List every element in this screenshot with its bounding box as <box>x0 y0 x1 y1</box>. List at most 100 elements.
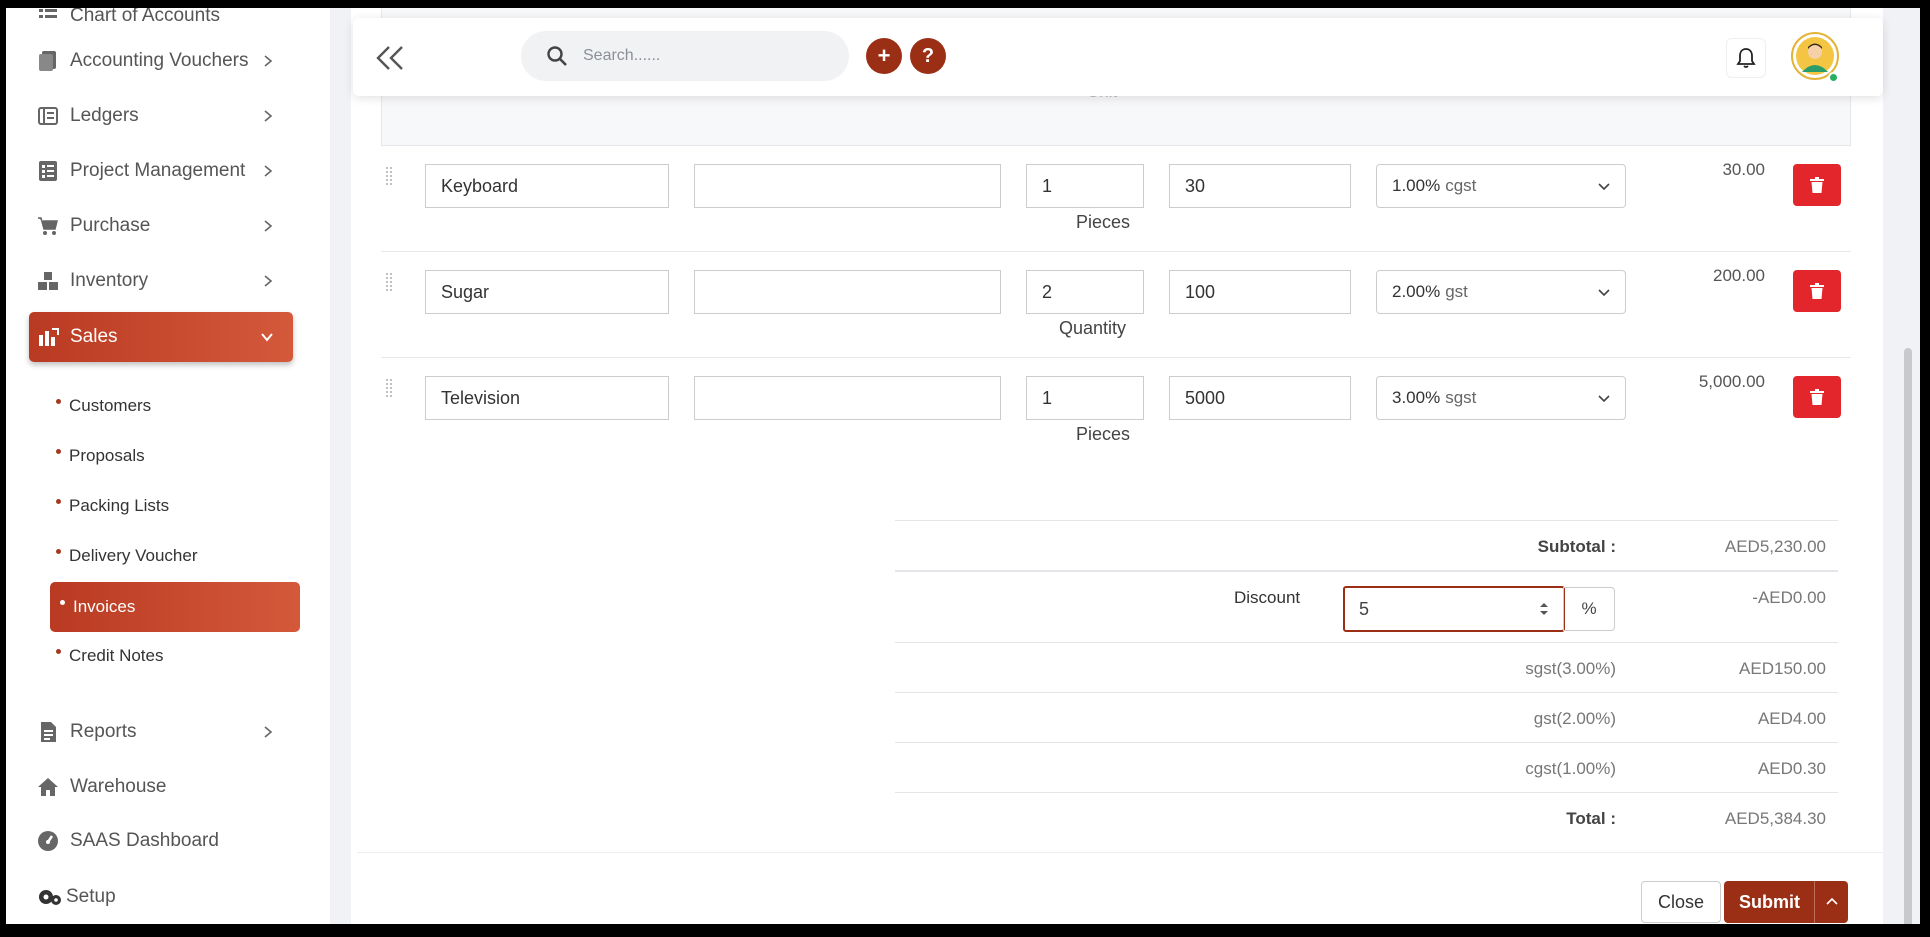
scrollbar[interactable] <box>1904 348 1912 924</box>
total-label: Total : <box>1566 809 1616 828</box>
sidebar-item-ledgers[interactable]: Ledgers <box>36 96 296 136</box>
discount-row: Discount 5 % -AED0.00 <box>895 574 1838 642</box>
rate-input[interactable]: 100 <box>1169 270 1351 314</box>
row-amount: 30.00 <box>1722 160 1765 179</box>
discount-type-toggle[interactable]: % <box>1563 587 1615 631</box>
chevron-down-icon <box>261 333 273 342</box>
chevron-right-icon <box>264 165 273 177</box>
quantity-input[interactable]: 1 <box>1026 164 1144 208</box>
chevron-right-icon <box>264 55 273 67</box>
item-name-input[interactable]: Keyboard <box>425 164 669 208</box>
quantity-input[interactable]: 2 <box>1026 270 1144 314</box>
sidebar-item-saas-dashboard[interactable]: SAAS Dashboard <box>36 821 296 861</box>
unit-label: Pieces <box>1076 212 1131 232</box>
collapse-sidebar-icon[interactable] <box>375 45 405 71</box>
help-button[interactable]: ? <box>910 38 946 74</box>
avatar-icon <box>1796 37 1834 75</box>
tax-rate: 2.00% <box>1392 282 1441 301</box>
rate-input[interactable]: 5000 <box>1169 376 1351 420</box>
item-name-input[interactable]: Sugar <box>425 270 669 314</box>
sidebar-item-warehouse[interactable]: Warehouse <box>36 767 296 807</box>
tax-select[interactable]: 2.00% gst <box>1376 270 1626 314</box>
bullet-icon <box>56 498 61 504</box>
item-name-input[interactable]: Television <box>425 376 669 420</box>
submit-button[interactable]: Submit <box>1724 881 1848 923</box>
sidebar-sub-label: Invoices <box>73 597 136 616</box>
sidebar-sub-invoices[interactable]: Invoices <box>50 582 300 632</box>
sidebar-sub-credit-notes[interactable]: Credit Notes <box>56 636 296 676</box>
delete-row-button[interactable] <box>1793 270 1841 312</box>
drag-handle-icon[interactable] <box>385 378 393 398</box>
quantity-input[interactable]: 1 <box>1026 376 1144 420</box>
sidebar-item-label: Project Management <box>70 160 246 181</box>
sidebar-item-project-management[interactable]: Project Management <box>36 151 296 191</box>
project-icon <box>36 159 60 183</box>
voucher-icon <box>36 49 60 73</box>
submit-options-toggle[interactable] <box>1814 881 1848 923</box>
sidebar-item-reports[interactable]: Reports <box>36 712 296 752</box>
form-footer: Close Submit <box>357 852 1883 924</box>
tax-row: cgst(1.00%) AED0.30 <box>895 742 1838 792</box>
sidebar-sub-label: Credit Notes <box>69 646 164 665</box>
sidebar: Chart of Accounts Accounting Vouchers Le… <box>6 8 330 924</box>
sidebar-item-label: Purchase <box>70 215 151 236</box>
delete-row-button[interactable] <box>1793 376 1841 418</box>
sidebar-item-purchase[interactable]: Purchase <box>36 206 296 246</box>
tax-select[interactable]: 3.00% sgst <box>1376 376 1626 420</box>
row-amount: 200.00 <box>1713 266 1765 285</box>
table-row: Television 1 5000 3.00% sgst 5,000.00 Pie… <box>381 358 1851 464</box>
search-bar[interactable] <box>521 31 849 81</box>
sidebar-sub-delivery-voucher[interactable]: Delivery Voucher <box>56 536 296 576</box>
submit-label: Submit <box>1739 891 1800 912</box>
sidebar-item-inventory[interactable]: Inventory <box>36 261 296 301</box>
row-amount: 5,000.00 <box>1698 372 1765 391</box>
item-description-input[interactable] <box>694 164 1001 208</box>
tax-select[interactable]: 1.00% cgst <box>1376 164 1626 208</box>
sidebar-sub-customers[interactable]: Customers <box>56 386 296 426</box>
subtotal-label: Subtotal : <box>1537 537 1616 556</box>
ledger-icon <box>36 104 60 128</box>
list-icon <box>36 8 60 28</box>
tax-rate: 1.00% <box>1392 176 1441 195</box>
sidebar-item-label: Reports <box>70 721 137 742</box>
delete-row-button[interactable] <box>1793 164 1841 206</box>
sidebar-sub-label: Packing Lists <box>69 496 170 515</box>
cogs-icon <box>38 885 62 909</box>
tax-rate: 3.00% <box>1392 388 1441 407</box>
spinner-icon[interactable] <box>1539 601 1549 617</box>
item-description-input[interactable] <box>694 376 1001 420</box>
sidebar-item-label: Warehouse <box>70 776 167 797</box>
sidebar-sub-proposals[interactable]: Proposals <box>56 436 296 476</box>
top-bar: + ? <box>353 18 1883 96</box>
rate-input[interactable]: 30 <box>1169 164 1351 208</box>
bullet-icon <box>56 548 61 554</box>
sidebar-item-setup[interactable]: Setup <box>38 877 298 917</box>
add-button[interactable]: + <box>866 38 902 74</box>
bullet-icon <box>56 448 61 454</box>
sidebar-item-chart-of-accounts[interactable]: Chart of Accounts <box>36 8 296 36</box>
chevron-right-icon <box>264 110 273 122</box>
tax-row: gst(2.00%) AED4.00 <box>895 692 1838 742</box>
table-row: Sugar 2 100 2.00% gst 200.00 Quantity <box>381 252 1851 358</box>
sidebar-sub-label: Proposals <box>69 446 145 465</box>
discount-input[interactable]: 5 <box>1343 586 1565 632</box>
chevron-down-icon <box>1598 183 1610 191</box>
tax-value: AED4.00 <box>1757 709 1826 728</box>
tax-label: sgst(3.00%) <box>1525 659 1616 678</box>
notifications-button[interactable] <box>1726 38 1766 78</box>
cart-icon <box>36 214 60 238</box>
sidebar-item-accounting-vouchers[interactable]: Accounting Vouchers <box>36 41 296 81</box>
drag-handle-icon[interactable] <box>385 166 393 186</box>
trash-icon <box>1810 389 1824 405</box>
sidebar-item-sales[interactable]: Sales <box>29 312 293 362</box>
total-row: Total : AED5,384.30 <box>895 792 1838 842</box>
item-description-input[interactable] <box>694 270 1001 314</box>
chevron-down-icon <box>1598 289 1610 297</box>
boxes-icon <box>36 269 60 293</box>
drag-handle-icon[interactable] <box>385 272 393 292</box>
tax-row: sgst(3.00%) AED150.00 <box>895 642 1838 692</box>
search-input[interactable] <box>583 47 823 65</box>
close-button[interactable]: Close <box>1641 881 1721 923</box>
gauge-icon <box>36 829 60 853</box>
sidebar-sub-packing-lists[interactable]: Packing Lists <box>56 486 296 526</box>
